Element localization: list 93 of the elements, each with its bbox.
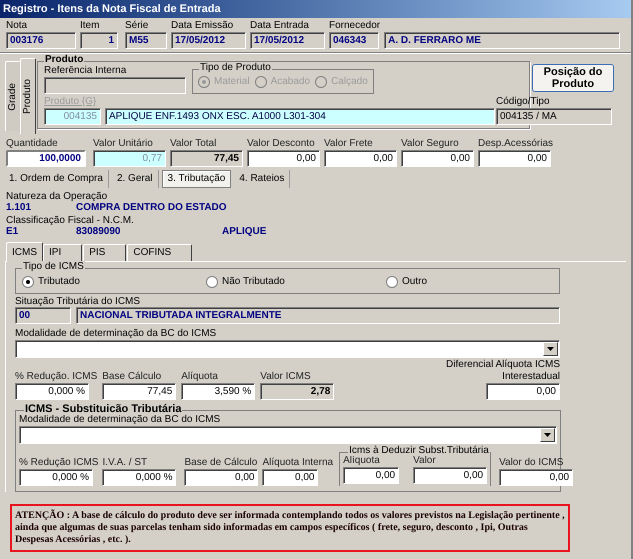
input-field[interactable]: 0,00 — [184, 469, 258, 486]
field-label: Valor Desconto — [247, 138, 316, 150]
code-text: E1 — [6, 226, 20, 238]
dropdown-button[interactable] — [543, 342, 558, 356]
radio-button[interactable]: Outro — [386, 276, 428, 288]
field-label: Classificação Fiscal - N.C.M. — [6, 215, 135, 226]
group-title: ICMS - Substituicão Tributária — [24, 403, 182, 415]
input-field: 17/05/2012 — [250, 32, 325, 49]
window-title: Registro - Itens da Nota Fiscal de Entrada — [3, 3, 221, 15]
input-field[interactable]: 0,00 — [478, 150, 551, 167]
field-label: Base Cálculo — [102, 371, 162, 383]
caret-icon — [544, 433, 551, 437]
input-field[interactable]: 0,00 — [486, 383, 560, 400]
input-field[interactable]: 100,0000 — [6, 150, 86, 167]
field-label: Referência Interna — [44, 65, 128, 77]
input-field[interactable]: 77,45 — [102, 383, 176, 400]
dropdown-field[interactable] — [19, 426, 557, 444]
field-label: Valor Frete — [324, 138, 374, 150]
input-field[interactable]: 0,00 — [401, 150, 474, 167]
dropdown-button[interactable] — [540, 428, 555, 442]
tab[interactable]: PIS — [83, 244, 126, 261]
tab[interactable]: 4. Rateios — [234, 170, 290, 188]
field-label: Valor ICMS — [260, 371, 312, 383]
tab[interactable]: 2. Geral — [112, 170, 159, 188]
field-label: Valor Unitário — [93, 138, 154, 150]
input-field[interactable]: 0,00 — [324, 150, 397, 167]
input-field: 77,45 — [170, 150, 243, 167]
side-tab[interactable]: Produto — [20, 58, 36, 134]
input-field[interactable]: 0,00 — [262, 469, 318, 486]
field-label: Série — [125, 20, 150, 32]
input-field[interactable]: 0,000 % — [15, 383, 89, 400]
input-field: 2,78 — [260, 383, 334, 400]
field-label: Alíquota — [343, 455, 381, 467]
field-label: Desp.Acessórias — [478, 138, 554, 150]
radio-button[interactable]: Não Tributado — [206, 276, 386, 288]
code-text: 1.101 — [6, 202, 32, 214]
tab[interactable]: 3. Tributação — [162, 170, 232, 188]
input-field: 1 — [80, 32, 118, 49]
field-label: Data Emissão — [171, 20, 234, 32]
field-label: Nota — [6, 20, 28, 32]
field-label: I.V.A. / ST — [102, 457, 148, 469]
group-title: Tipo de Produto — [199, 62, 272, 74]
input-field[interactable]: 3,590 % — [181, 383, 256, 400]
field-label: % Redução. ICMS — [15, 371, 98, 383]
field-label: Natureza da Operação — [6, 191, 108, 202]
radio-button[interactable]: Tributado — [22, 276, 206, 288]
value-text: 83089090 — [76, 226, 122, 238]
field-label: Diferencial Alíquota ICMS Interestadual — [446, 359, 560, 383]
position-button[interactable]: Posição do Produto — [532, 64, 614, 92]
input-field: NACIONAL TRIBUTADA INTEGRALMENTE — [76, 307, 560, 324]
field-label: Quantidade — [6, 138, 59, 150]
side-tab[interactable]: Grade — [5, 61, 21, 131]
field-label: Modalidade de determinação da BC do ICMS — [15, 328, 218, 340]
input-field[interactable]: 0,000 % — [19, 469, 93, 486]
group-title: Tipo de ICMS — [22, 261, 85, 273]
input-field: 004135 / MA — [496, 108, 612, 125]
input-field[interactable]: 0,00 — [499, 469, 574, 486]
input-field: 046343 — [329, 32, 379, 49]
input-field[interactable]: APLIQUE ENF.1493 ONX ESC. A1000 L301-304 — [105, 108, 495, 125]
input-field: 00 — [15, 307, 71, 324]
warning-text: ATENÇÃO : A base de cálculo do produto deve ser informada contemplando todos os valores previstos na Legislação pertinente , ainda que algumas de suas parcelas tenham sido informadas em campos específicos ( frete, seguro, desconto , Ipi, Outras Despesas Acessórias , etc. ). — [15, 510, 565, 546]
group-title: Icms à Deduzir Subst.Tributária — [348, 445, 490, 456]
value-text: COMPRA DENTRO DO ESTADO — [76, 202, 227, 214]
value-text: APLIQUE — [222, 226, 266, 238]
input-field[interactable]: 0,00 — [247, 150, 320, 167]
field-label: Alíquota — [181, 371, 219, 383]
field-label: Situação Tributária do ICMS — [15, 296, 142, 307]
field-label: Fornecedor — [329, 20, 380, 32]
field-label: Modalidade de determinação da BC do ICMS — [19, 414, 222, 426]
tab[interactable]: ICMS — [6, 242, 43, 262]
input-field: A. D. FERRARO ME — [384, 32, 620, 49]
input-field[interactable]: 0,000 % — [102, 469, 176, 486]
tab[interactable]: IPI — [43, 244, 82, 261]
caret-icon — [547, 347, 554, 351]
input-field[interactable]: 0,00 — [413, 467, 488, 484]
input-field[interactable]: 0,00 — [343, 467, 400, 484]
field-label: Código/Tipo — [496, 96, 550, 108]
field-label: Valor Seguro — [401, 138, 460, 150]
field-label: Base de Cálculo — [184, 457, 258, 469]
field-label: Valor Total — [170, 138, 218, 150]
field-label: Data Entrada — [250, 20, 310, 32]
input-field: 17/05/2012 — [171, 32, 246, 49]
field-label: Alíquota Interna — [262, 457, 334, 469]
field-label: Item — [80, 20, 100, 32]
tab[interactable]: COFINS — [127, 244, 192, 261]
tab[interactable]: 1. Ordem de Compra — [4, 170, 109, 188]
field-label: % Redução ICMS — [19, 457, 98, 469]
group-title: Produto — [44, 54, 84, 66]
dropdown-field[interactable] — [15, 340, 560, 358]
input-field: 003176 — [6, 32, 76, 49]
field-label: Valor do ICMS — [499, 457, 564, 469]
input-field: M55 — [125, 32, 167, 49]
field-label: Valor — [413, 455, 437, 467]
